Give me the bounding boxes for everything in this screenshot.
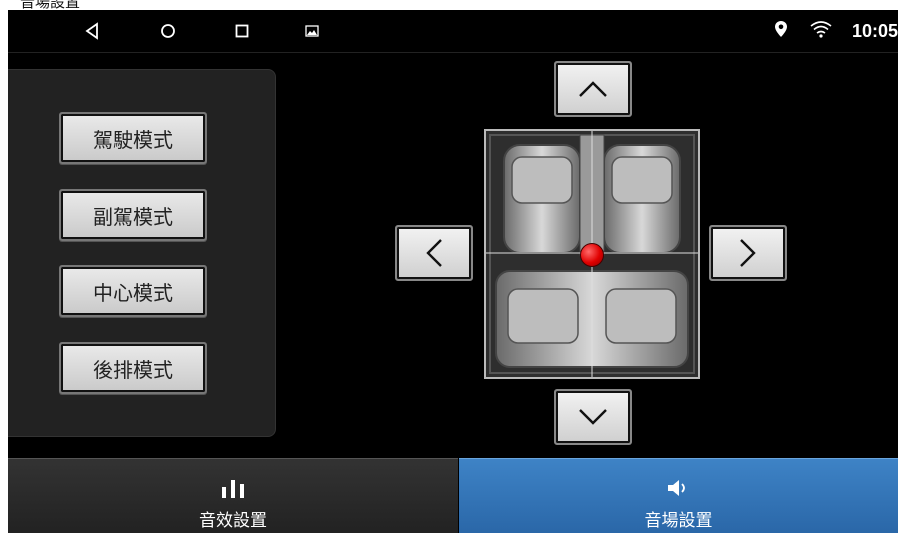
tab-sound-effects[interactable]: 音效設置 xyxy=(8,458,458,533)
image-icon xyxy=(300,19,324,43)
status-icons: 10:05 xyxy=(774,20,898,42)
chevron-up-icon xyxy=(579,81,607,97)
tab-sound-field[interactable]: 音場設置 xyxy=(459,458,898,533)
home-icon[interactable] xyxy=(156,19,180,43)
chevron-right-icon xyxy=(740,239,756,267)
location-pin-icon xyxy=(774,20,788,42)
car-seat-map[interactable] xyxy=(484,129,700,379)
bottom-tab-bar: 音效設置 音場設置 xyxy=(8,455,898,533)
balance-marker[interactable] xyxy=(580,243,604,267)
wifi-icon xyxy=(810,20,832,42)
tab-sound-effects-label: 音效設置 xyxy=(199,511,267,531)
rear-mode-button[interactable]: 後排模式 xyxy=(59,342,207,394)
move-right-button[interactable] xyxy=(709,225,787,281)
move-up-button[interactable] xyxy=(554,61,632,117)
sound-field-content: 駕駛模式 副駕模式 中心模式 後排模式 xyxy=(8,53,898,453)
speaker-icon xyxy=(667,480,685,496)
mode-panel: 駕駛模式 副駕模式 中心模式 後排模式 xyxy=(8,69,276,437)
center-mode-button[interactable]: 中心模式 xyxy=(59,265,207,317)
clock: 10:05 xyxy=(851,20,898,41)
tab-sound-field-label: 音場設置 xyxy=(644,511,713,531)
window-title: 音場設置 xyxy=(20,0,81,10)
equalizer-icon xyxy=(222,480,244,498)
driver-mode-button[interactable]: 駕駛模式 xyxy=(59,112,207,164)
chevron-down-icon xyxy=(579,409,607,425)
passenger-mode-button[interactable]: 副駕模式 xyxy=(59,189,207,241)
move-down-button[interactable] xyxy=(554,389,632,445)
status-bar: 10:05 xyxy=(8,10,898,53)
move-left-button[interactable] xyxy=(395,225,473,281)
back-icon[interactable] xyxy=(80,19,104,43)
car-screen: 10:05 駕駛模式 副駕模式 中心模式 後排模式 音效設置 音場設置 xyxy=(8,10,898,533)
recents-icon[interactable] xyxy=(230,19,254,43)
chevron-left-icon xyxy=(426,239,442,267)
window-title-bar: 音場設置 xyxy=(0,0,898,10)
